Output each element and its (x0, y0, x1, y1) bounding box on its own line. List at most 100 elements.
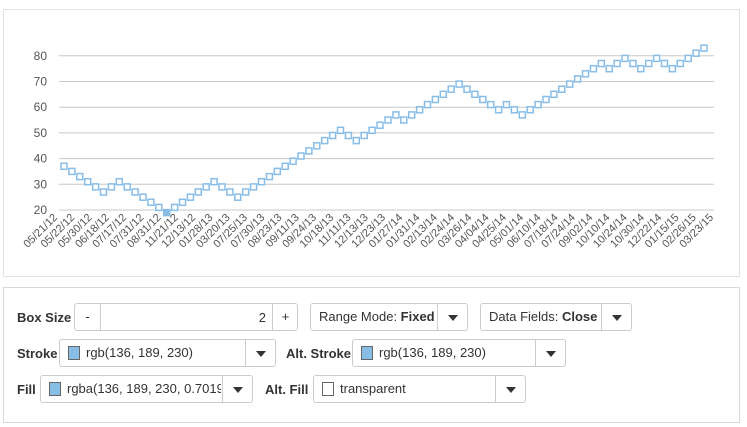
stroke-color-select[interactable]: rgb(136, 189, 230) (59, 339, 276, 367)
pnf-box (170, 203, 179, 212)
box-size-increment-button[interactable]: + (272, 304, 298, 330)
settings-row-3: Fill rgba(136, 189, 230, 0.70196) Alt. F… (4, 375, 739, 405)
pnf-box (479, 95, 487, 104)
point-figure-chart: 2030405060708005/21/1205/22/1205/30/1206… (21, 44, 716, 250)
pnf-box (455, 80, 463, 88)
pnf-box (178, 198, 187, 207)
stroke-color-value: rgb(136, 189, 230) (86, 345, 193, 360)
alt-fill-color-value: transparent (340, 381, 406, 396)
pnf-box (76, 172, 84, 181)
data-fields-select[interactable]: Data Fields: Close (480, 303, 632, 331)
pnf-box (589, 64, 598, 73)
pnf-box (234, 193, 242, 201)
fill-label: Fill (17, 382, 36, 397)
pnf-box (352, 136, 361, 145)
pnf-box (431, 95, 440, 104)
pnf-box (407, 111, 416, 119)
pnf-box (273, 167, 282, 176)
pnf-box (463, 85, 471, 93)
pnf-box (131, 188, 139, 196)
chevron-down-icon (495, 376, 525, 402)
chevron-down-icon (601, 304, 631, 330)
fill-color-swatch (49, 382, 61, 396)
pnf-box (613, 59, 621, 68)
range-mode-prefix: Range Mode: (319, 309, 401, 324)
pnf-box (518, 111, 527, 119)
pnf-box (447, 85, 455, 93)
settings-row-1: Box Size - + Range Mode: Fixed Data Fiel… (4, 303, 739, 333)
pnf-box (510, 106, 519, 114)
pnf-box (502, 100, 511, 109)
pnf-box (644, 59, 653, 68)
pnf-box (573, 75, 582, 83)
pnf-box (186, 193, 195, 201)
y-tick-label: 50 (34, 126, 48, 140)
chevron-down-icon (437, 304, 467, 330)
pnf-box (486, 100, 495, 109)
pnf-box (115, 177, 124, 186)
pnf-box (320, 136, 329, 145)
alt-fill-color-swatch (322, 382, 334, 396)
data-fields-prefix: Data Fields: (489, 309, 562, 324)
pnf-box (542, 95, 550, 104)
pnf-box (415, 106, 424, 114)
pnf-box (376, 121, 384, 129)
box-size-decrement-button[interactable]: - (75, 304, 101, 330)
pnf-box (265, 172, 274, 181)
pnf-box (550, 90, 558, 99)
pnf-box (241, 188, 250, 196)
pnf-box (526, 106, 534, 114)
pnf-box (155, 203, 163, 212)
y-tick-label: 20 (34, 203, 48, 217)
pnf-box (692, 49, 700, 57)
pnf-box (400, 116, 408, 124)
pnf-box (91, 183, 100, 191)
pnf-box (534, 100, 542, 109)
pnf-box (392, 111, 400, 119)
alt-stroke-color-select[interactable]: rgb(136, 189, 230) (352, 339, 566, 367)
pnf-box (194, 188, 203, 196)
pnf-box (99, 188, 108, 196)
pnf-box (218, 183, 226, 191)
alt-stroke-label: Alt. Stroke (286, 346, 352, 361)
data-fields-text: Data Fields: Close (489, 304, 597, 330)
range-mode-value: Fixed (400, 309, 435, 324)
pnf-box (281, 162, 289, 171)
chart-panel: 20 30 40 50 60 70 80 05/21/12 05/22/12 05/30/12 06… (3, 9, 740, 277)
pnf-box (202, 183, 210, 191)
box-size-label: Box Size (17, 310, 72, 325)
pnf-box (423, 100, 432, 109)
fill-color-select[interactable]: rgba(136, 189, 230, 0.70196) (40, 375, 253, 403)
pnf-box (360, 131, 368, 140)
pnf-box (257, 177, 266, 186)
pnf-box (68, 167, 76, 176)
pnf-box (668, 64, 677, 73)
y-tick-label: 70 (34, 75, 48, 89)
fill-color-value: rgba(136, 189, 230, 0.70196) (67, 381, 221, 396)
pnf-box (597, 59, 606, 68)
pnf-box (684, 54, 692, 63)
pnf-box (313, 142, 321, 150)
y-tick-label: 80 (34, 49, 48, 63)
pnf-box (60, 162, 68, 171)
pnf-box (305, 147, 313, 155)
range-mode-select[interactable]: Range Mode: Fixed (310, 303, 468, 331)
chevron-down-icon (222, 376, 252, 402)
pnf-box (384, 116, 392, 124)
pnf-box (210, 177, 218, 186)
pnf-box (123, 183, 131, 191)
chevron-down-icon (245, 340, 275, 366)
pnf-box (344, 131, 353, 140)
pnf-box (565, 80, 574, 88)
y-tick-label: 60 (34, 100, 48, 114)
stroke-label: Stroke (17, 346, 58, 361)
box-size-input[interactable] (102, 304, 272, 330)
pnf-box (652, 54, 661, 63)
settings-row-2: Stroke rgb(136, 189, 230) Alt. Stroke rg… (4, 339, 739, 369)
alt-fill-color-select[interactable]: transparent (313, 375, 526, 403)
pnf-box (147, 198, 155, 207)
chevron-down-icon (535, 340, 565, 366)
pnf-box (249, 183, 258, 191)
pnf-box (676, 59, 685, 68)
pnf-box (83, 177, 92, 186)
